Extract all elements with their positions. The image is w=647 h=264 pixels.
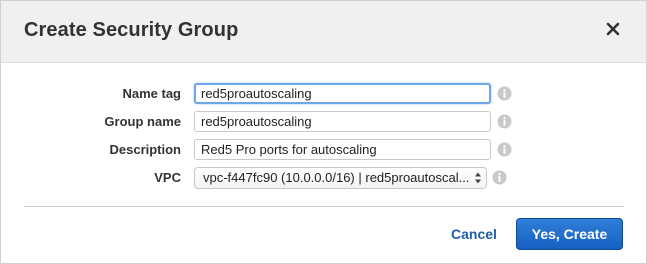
select-arrows-icon	[475, 172, 481, 184]
name-tag-input[interactable]	[194, 83, 491, 104]
info-icon[interactable]	[497, 114, 512, 129]
group-name-input[interactable]	[194, 111, 491, 132]
group-name-row: Group name	[1, 111, 646, 133]
info-icon[interactable]	[497, 86, 512, 101]
yes-create-button[interactable]: Yes, Create	[516, 218, 623, 250]
close-icon[interactable]	[605, 19, 621, 39]
description-row: Description	[1, 139, 646, 161]
group-name-label: Group name	[104, 114, 181, 129]
vpc-row: VPC vpc-f447fc90 (10.0.0.0/16) | red5pro…	[1, 167, 646, 189]
info-icon[interactable]	[492, 170, 507, 185]
info-icon[interactable]	[497, 142, 512, 157]
dialog-title: Create Security Group	[24, 19, 239, 41]
name-tag-row: Name tag	[1, 83, 646, 105]
cancel-button[interactable]: Cancel	[451, 226, 497, 242]
vpc-select[interactable]: vpc-f447fc90 (10.0.0.0/16) | red5proauto…	[194, 167, 487, 189]
description-input[interactable]	[194, 139, 491, 160]
create-security-group-dialog: Create Security Group Name tag Group nam…	[0, 0, 647, 264]
vpc-selected-value: vpc-f447fc90 (10.0.0.0/16) | red5proauto…	[203, 170, 470, 185]
dialog-header: Create Security Group	[1, 1, 646, 63]
name-tag-label: Name tag	[122, 86, 181, 101]
vpc-label: VPC	[154, 170, 181, 185]
description-label: Description	[109, 142, 181, 157]
footer-divider	[24, 206, 624, 207]
